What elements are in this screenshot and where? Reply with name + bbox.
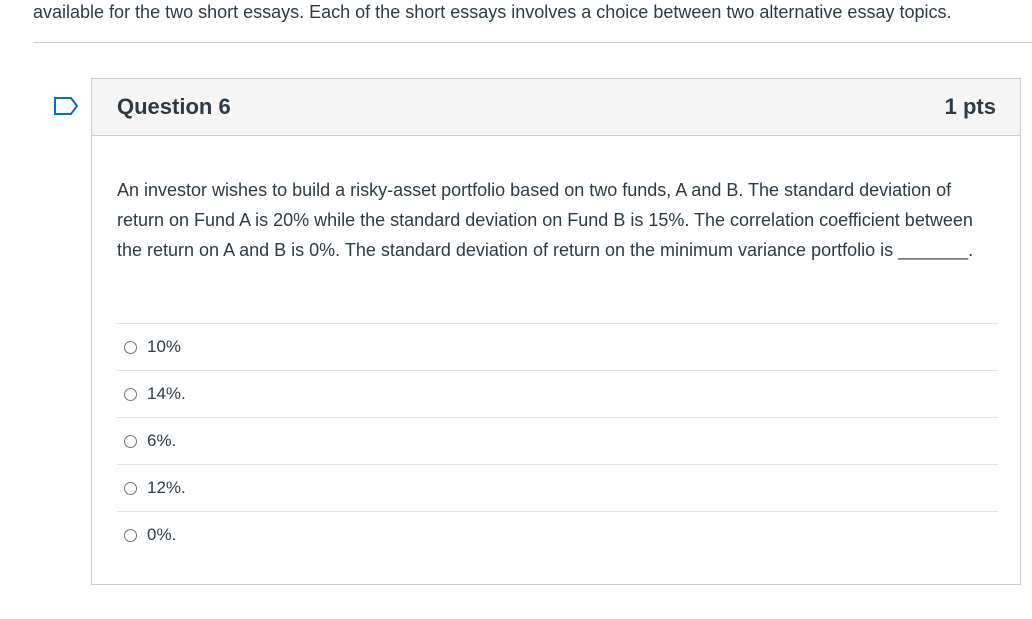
answer-label: 12%. xyxy=(147,478,186,497)
flag-question-icon[interactable] xyxy=(54,97,79,115)
radio-button[interactable] xyxy=(124,434,137,448)
radio-button[interactable] xyxy=(124,340,137,354)
question-text: An investor wishes to build a risky-asse… xyxy=(117,180,974,260)
answer-label: 10% xyxy=(147,337,182,356)
answer-option[interactable]: 14%. xyxy=(117,370,998,417)
answer-option[interactable]: 10% xyxy=(117,323,998,370)
radio-button[interactable] xyxy=(124,528,137,542)
radio-button[interactable] xyxy=(124,387,137,401)
instructions-text: available for the two short essays. Each… xyxy=(33,2,952,22)
answer-option[interactable]: 0%. xyxy=(117,511,998,558)
answer-list: 10% 14%. 6%. 12%. 0%. xyxy=(117,323,998,558)
question-title: Question 6 xyxy=(117,94,231,119)
question-points: 1 pts xyxy=(944,94,996,119)
question-header: Question 6 1 pts xyxy=(92,79,1020,136)
answer-label: 0%. xyxy=(147,525,177,544)
answer-label: 14%. xyxy=(147,384,186,403)
divider xyxy=(33,42,1032,43)
quiz-page: available for the two short essays. Each… xyxy=(0,0,1032,619)
question-card: Question 6 1 pts An investor wishes to b… xyxy=(91,78,1021,585)
answer-option[interactable]: 6%. xyxy=(117,417,998,464)
answer-option[interactable]: 12%. xyxy=(117,464,998,511)
radio-button[interactable] xyxy=(124,481,137,495)
answer-label: 6%. xyxy=(147,431,177,450)
